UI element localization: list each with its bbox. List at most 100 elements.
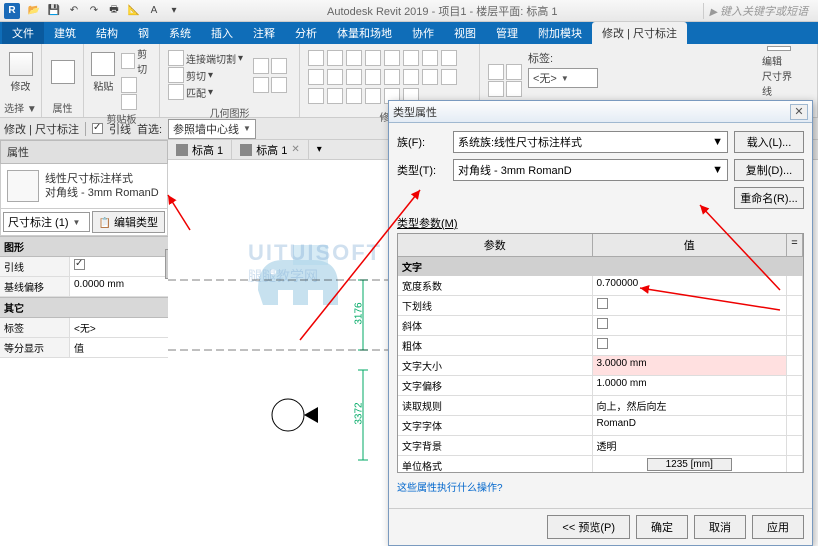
copy-mod-icon[interactable] bbox=[327, 50, 343, 66]
qat-undo-icon[interactable]: ↶ bbox=[66, 3, 82, 19]
tab-arch[interactable]: 建筑 bbox=[44, 22, 86, 44]
tab-modify-dim[interactable]: 修改 | 尺寸标注 bbox=[592, 22, 687, 44]
param-row-0[interactable]: 宽度系数0.700000 bbox=[398, 276, 803, 296]
scale-icon[interactable] bbox=[365, 69, 381, 85]
qat-print-icon[interactable]: 🖶 bbox=[106, 3, 122, 19]
tab-analyze[interactable]: 分析 bbox=[285, 22, 327, 44]
prop-baseline[interactable]: 基线偏移0.0000 mm bbox=[0, 277, 168, 297]
param-row-6[interactable]: 读取规则向上，然后向左 bbox=[398, 396, 803, 416]
tab-view[interactable]: 视图 bbox=[444, 22, 486, 44]
apply-button[interactable]: 应用 bbox=[752, 515, 804, 539]
help-link[interactable]: 这些属性执行什么操作? bbox=[397, 479, 503, 494]
preview-button[interactable]: << 预览(P) bbox=[547, 515, 630, 539]
param-row-3[interactable]: 粗体 bbox=[398, 336, 803, 356]
param-row-5[interactable]: 文字偏移1.0000 mm bbox=[398, 376, 803, 396]
param-checkbox[interactable] bbox=[597, 338, 608, 349]
trim-icon[interactable] bbox=[365, 50, 381, 66]
edit-type-button[interactable]: 📋 编辑类型 bbox=[92, 211, 165, 233]
leader-value-checkbox[interactable] bbox=[74, 259, 85, 270]
dim-value-1[interactable]: 3176 bbox=[354, 302, 365, 324]
qat-redo-icon[interactable]: ↷ bbox=[86, 3, 102, 19]
join-geom-button[interactable]: 匹配▾ bbox=[168, 84, 243, 100]
doc-tab-2[interactable]: 标高 1✕ bbox=[232, 140, 309, 160]
cut-geom-button[interactable]: 剪切▾ bbox=[168, 67, 243, 83]
move-icon[interactable] bbox=[308, 50, 324, 66]
tab-struct[interactable]: 结构 bbox=[86, 22, 128, 44]
geom-icon-4[interactable] bbox=[271, 77, 287, 93]
select-button[interactable]: 修改 bbox=[4, 46, 37, 98]
type-selector[interactable]: 线性尺寸标注样式对角线 - 3mm RomanD bbox=[0, 164, 168, 209]
param-row-9[interactable]: 单位格式1235 [mm] bbox=[398, 456, 803, 473]
mod-icon-13[interactable] bbox=[384, 69, 400, 85]
qat-save-icon[interactable]: 💾 bbox=[46, 3, 62, 19]
group-text[interactable]: 文字 bbox=[398, 257, 803, 276]
ex-icon-2[interactable] bbox=[506, 64, 522, 80]
tab-addins[interactable]: 附加模块 bbox=[528, 22, 592, 44]
offset-icon[interactable] bbox=[327, 69, 343, 85]
delete-icon[interactable] bbox=[327, 88, 343, 104]
cut-button[interactable]: 剪切 bbox=[121, 46, 155, 76]
param-checkbox[interactable] bbox=[597, 318, 608, 329]
copy-button[interactable] bbox=[121, 77, 155, 93]
prop-leader[interactable]: 引线 bbox=[0, 257, 168, 277]
unit-format-button[interactable]: 1235 [mm] bbox=[647, 458, 732, 471]
ex-icon-4[interactable] bbox=[506, 81, 522, 97]
tab-insert[interactable]: 插入 bbox=[201, 22, 243, 44]
instance-filter-dropdown[interactable]: 尺寸标注 (1)▼ bbox=[3, 212, 90, 232]
doc-tab-overflow[interactable]: ▾ bbox=[309, 142, 330, 157]
qat-more-icon[interactable]: ▾ bbox=[166, 3, 182, 19]
family-dropdown[interactable]: 系统族:线性尺寸标注样式▼ bbox=[453, 131, 728, 153]
leader-checkbox[interactable] bbox=[92, 123, 103, 134]
col-value[interactable]: 值 bbox=[593, 234, 788, 256]
mod-icon-15[interactable] bbox=[422, 69, 438, 85]
cancel-button[interactable]: 取消 bbox=[694, 515, 746, 539]
close-tab-icon[interactable]: ✕ bbox=[291, 144, 299, 155]
mod-icon-14[interactable] bbox=[403, 69, 419, 85]
tab-steel[interactable]: 钢 bbox=[128, 22, 159, 44]
ok-button[interactable]: 确定 bbox=[636, 515, 688, 539]
mod-icon-19[interactable] bbox=[346, 88, 362, 104]
qat-measure-icon[interactable]: 📐 bbox=[126, 3, 142, 19]
rename-button[interactable]: 重命名(R)... bbox=[734, 187, 804, 209]
geom-icon-3[interactable] bbox=[253, 77, 269, 93]
pin-icon[interactable] bbox=[308, 88, 324, 104]
load-button[interactable]: 载入(L)... bbox=[734, 131, 804, 153]
mod-icon-20[interactable] bbox=[365, 88, 381, 104]
join-cut-button[interactable]: 连接端切割▾ bbox=[168, 50, 243, 66]
tab-annotate[interactable]: 注释 bbox=[243, 22, 285, 44]
duplicate-button[interactable]: 复制(D)... bbox=[734, 159, 804, 181]
doc-tab-1[interactable]: 标高 1 bbox=[168, 140, 232, 160]
paste-button[interactable]: 粘贴 bbox=[88, 46, 119, 98]
param-checkbox[interactable] bbox=[597, 298, 608, 309]
param-row-4[interactable]: 文字大小3.0000 mm bbox=[398, 356, 803, 376]
mod-icon-7[interactable] bbox=[422, 50, 438, 66]
split-icon[interactable] bbox=[384, 50, 400, 66]
match-button[interactable] bbox=[121, 94, 155, 110]
param-row-2[interactable]: 斜体 bbox=[398, 316, 803, 336]
geom-icon-2[interactable] bbox=[271, 58, 287, 74]
param-row-8[interactable]: 文字背景透明 bbox=[398, 436, 803, 456]
geom-icon-1[interactable] bbox=[253, 58, 269, 74]
prop-equality[interactable]: 等分显示值 bbox=[0, 338, 168, 358]
rotate-icon[interactable] bbox=[346, 50, 362, 66]
dialog-close-button[interactable]: ✕ bbox=[790, 104, 808, 120]
tab-file[interactable]: 文件 bbox=[2, 22, 44, 44]
tab-systems[interactable]: 系统 bbox=[159, 22, 201, 44]
tab-manage[interactable]: 管理 bbox=[486, 22, 528, 44]
qat-text-icon[interactable]: A bbox=[146, 3, 162, 19]
mirror-icon[interactable] bbox=[308, 69, 324, 85]
label-dropdown[interactable]: <无>▼ bbox=[528, 68, 598, 88]
dim-value-2[interactable]: 3372 bbox=[354, 402, 365, 424]
ex-icon-3[interactable] bbox=[488, 81, 504, 97]
prefer-dropdown[interactable]: 参照墙中心线▼ bbox=[168, 119, 256, 139]
prop-label[interactable]: 标签<无> bbox=[0, 318, 168, 338]
array-icon[interactable] bbox=[346, 69, 362, 85]
mod-icon-16[interactable] bbox=[441, 69, 457, 85]
col-param[interactable]: 参数 bbox=[398, 234, 593, 256]
mod-icon-8[interactable] bbox=[441, 50, 457, 66]
tab-collab[interactable]: 协作 bbox=[402, 22, 444, 44]
qat-open-icon[interactable]: 📂 bbox=[26, 3, 42, 19]
props-button[interactable] bbox=[46, 46, 79, 98]
ex-icon-1[interactable] bbox=[488, 64, 504, 80]
col-lock[interactable]: = bbox=[787, 234, 803, 256]
